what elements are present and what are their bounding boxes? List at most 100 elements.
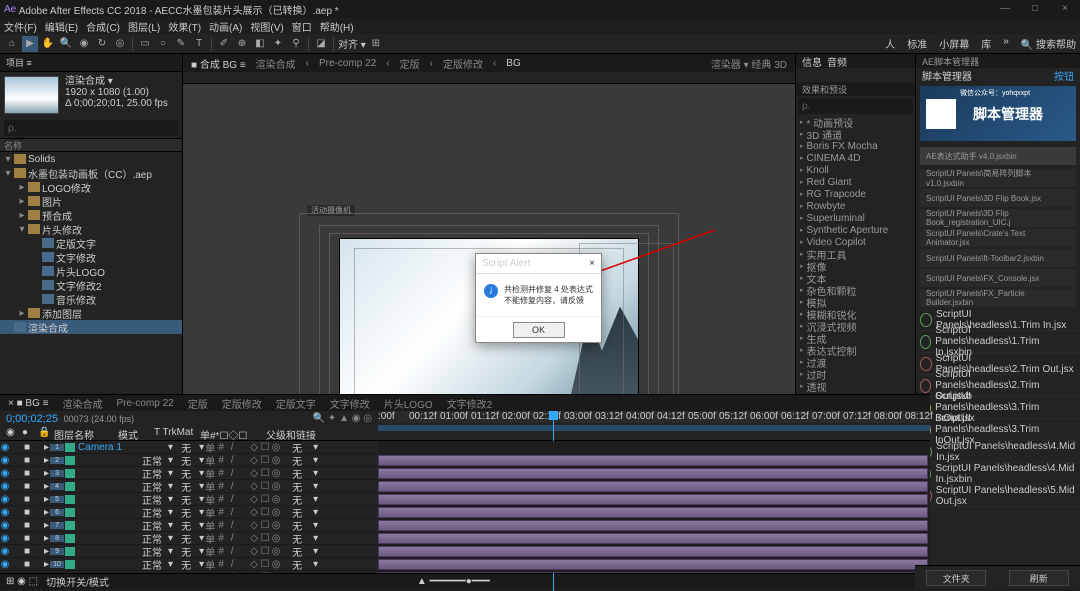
folder-button[interactable]: 文件夹 (926, 570, 986, 586)
home-tool[interactable]: ⌂ (4, 36, 20, 52)
layer-track-bar[interactable] (378, 481, 928, 492)
renderer-label[interactable]: 渲染器 ▾ 经典 3D (711, 56, 787, 71)
project-item[interactable]: ▸LOGO修改 (0, 180, 182, 194)
crumb-1[interactable]: Pre-comp 22 (319, 58, 376, 69)
crumb-2[interactable]: 定版 (400, 56, 420, 71)
audio-tab[interactable]: 音频 (827, 54, 847, 69)
menu-view[interactable]: 视图(V) (250, 19, 283, 34)
timeline-tab[interactable]: 片头LOGO (384, 396, 433, 411)
timecode[interactable]: 0;00;02;25 (6, 413, 58, 425)
project-item[interactable]: 文字修改 (0, 250, 182, 264)
project-item[interactable]: ▾Solids (0, 152, 182, 166)
effect-category[interactable]: Boris FX Mocha (796, 140, 915, 152)
crumb-3[interactable]: 定版修改 (443, 56, 483, 71)
zoom-tool[interactable]: 🔍 (58, 36, 74, 52)
layer-track-bar[interactable] (378, 546, 928, 557)
effect-category[interactable]: Superluminal (796, 212, 915, 224)
project-item[interactable]: 渲染合成 (0, 320, 182, 334)
project-item[interactable]: ▸添加图层 (0, 306, 182, 320)
script-headless-item[interactable]: ScriptUI Panels\headless\5.Mid Out.jsx (916, 485, 1080, 507)
layer-track-bar[interactable] (378, 507, 928, 518)
effects-presets-tab[interactable]: 效果和预设 (796, 82, 915, 96)
effect-category[interactable]: Red Giant (796, 176, 915, 188)
workspace-more[interactable]: » (1003, 36, 1009, 51)
fill-color[interactable]: ◪ (313, 36, 329, 52)
effect-category[interactable]: 3D 通道 (796, 128, 915, 140)
layer-track-bar[interactable] (378, 572, 928, 573)
ellipse-tool[interactable]: ○ (155, 36, 171, 52)
project-item[interactable]: ▸图片 (0, 194, 182, 208)
menu-window[interactable]: 窗口 (292, 19, 312, 34)
layer-track-bar[interactable] (378, 559, 928, 570)
project-tab[interactable]: 项目 ≡ (0, 54, 182, 72)
rect-tool[interactable]: ▭ (137, 36, 153, 52)
puppet-tool[interactable]: ⚲ (288, 36, 304, 52)
script-headless-item[interactable]: ScriptUI Panels\headless\4.Mid In.jsxbin (916, 463, 1080, 485)
effect-category[interactable]: Synthetic Aperture (796, 224, 915, 236)
workspace-standard[interactable]: 标准 (907, 36, 927, 51)
camera-tool[interactable]: ◎ (112, 36, 128, 52)
script-item[interactable]: ScriptUI Panels\Crate's Text Animator.js… (920, 229, 1076, 247)
scripts-tab[interactable]: 脚本管理器按钮 (916, 68, 1080, 82)
script-item[interactable]: ScriptUI Panels\FX_Console.jsx (920, 269, 1076, 287)
rotation-tool[interactable]: ↻ (94, 36, 110, 52)
menu-help[interactable]: 帮助(H) (320, 19, 354, 34)
timeline-tab[interactable]: × ■ BG ≡ (8, 398, 49, 409)
viewer-tab[interactable]: ■ 合成 BG ≡ (191, 56, 246, 71)
timeline-tab[interactable]: 文字修改 (330, 396, 370, 411)
snapping-label[interactable]: 对齐 ▾ (338, 36, 366, 51)
effect-category[interactable]: Knoll (796, 164, 915, 176)
pen-tool[interactable]: ✎ (173, 36, 189, 52)
timeline-tab[interactable]: 定版修改 (222, 396, 262, 411)
timeline-tab[interactable]: Pre-comp 22 (117, 398, 174, 409)
script-item[interactable]: ScriptUI Panels\3D Flip Book_registratio… (920, 209, 1076, 227)
eraser-tool[interactable]: ◧ (252, 36, 268, 52)
script-headless-item[interactable]: ScriptUI Panels\headless\3.Trim InOut.js… (916, 419, 1080, 441)
text-tool[interactable]: T (191, 36, 207, 52)
timeline-tab[interactable]: 渲染合成 (63, 396, 103, 411)
layer-track-bar[interactable] (378, 494, 928, 505)
effects-search[interactable]: ρ. (798, 98, 913, 114)
project-item[interactable]: ▸预合成 (0, 208, 182, 222)
script-headless-item[interactable]: ScriptUI Panels\headless\4.Mid In.jsx (916, 441, 1080, 463)
crumb-0[interactable]: 渲染合成 (256, 56, 296, 71)
script-item[interactable]: ScriptUI Panels\简易阵列脚本 v1.0.jsxbin (920, 169, 1076, 187)
menu-effect[interactable]: 效果(T) (168, 19, 201, 34)
script-highlighted[interactable]: AE表达式助手 v4.0.jsxbin (920, 147, 1076, 165)
toggle-switches[interactable]: ⊞ ◉ ⬚ (6, 576, 38, 587)
script-item[interactable]: ScriptUI Panels\3D Flip Book.jsx (920, 189, 1076, 207)
workspace-default[interactable]: 人 (885, 36, 895, 51)
ok-button[interactable]: OK (513, 322, 565, 338)
orbit-tool[interactable]: ◉ (76, 36, 92, 52)
project-col-name[interactable]: 名称 (0, 138, 182, 152)
refresh-button[interactable]: 刷新 (1009, 570, 1069, 586)
project-search[interactable]: ρ. (4, 120, 178, 136)
menu-layer[interactable]: 图层(L) (128, 19, 160, 34)
effect-category[interactable]: Rowbyte (796, 200, 915, 212)
dialog-close[interactable]: × (589, 258, 595, 269)
crumb-4[interactable]: BG (506, 58, 520, 69)
workspace-library[interactable]: 库 (981, 36, 991, 51)
script-item[interactable]: ScriptUI Panels\FX_Particle Builder.jsxb… (920, 289, 1076, 307)
project-item[interactable]: ▾片头修改 (0, 222, 182, 236)
timeline-tab[interactable]: 文字修改2 (447, 396, 493, 411)
layer-track-bar[interactable] (378, 520, 928, 531)
script-headless-item[interactable]: ScriptUI Panels\headless\1.Trim In.jsxbi… (916, 331, 1080, 353)
window-close[interactable]: × (1050, 0, 1080, 18)
hand-tool[interactable]: ✋ (40, 36, 56, 52)
script-item[interactable]: ScriptUI Panels\ft-Toolbar2.jsxbin (920, 249, 1076, 267)
menu-file[interactable]: 文件(F) (4, 19, 37, 34)
effect-category[interactable]: RG Trapcode (796, 188, 915, 200)
project-item[interactable]: 定版文字 (0, 236, 182, 250)
menu-animation[interactable]: 动画(A) (209, 19, 242, 34)
clone-tool[interactable]: ⊕ (234, 36, 250, 52)
layer-track-bar[interactable] (378, 455, 928, 466)
workspace-small[interactable]: 小屏幕 (939, 36, 969, 51)
menu-composition[interactable]: 合成(C) (86, 19, 120, 34)
selection-tool[interactable]: ▶ (22, 36, 38, 52)
project-item[interactable]: 文字修改2 (0, 278, 182, 292)
snap-icon[interactable]: ⊞ (368, 36, 384, 52)
project-item[interactable]: 音乐修改 (0, 292, 182, 306)
timeline-tab[interactable]: 定版文字 (276, 396, 316, 411)
project-item[interactable]: ▾水墨包装动画板（CC）.aep (0, 166, 182, 180)
